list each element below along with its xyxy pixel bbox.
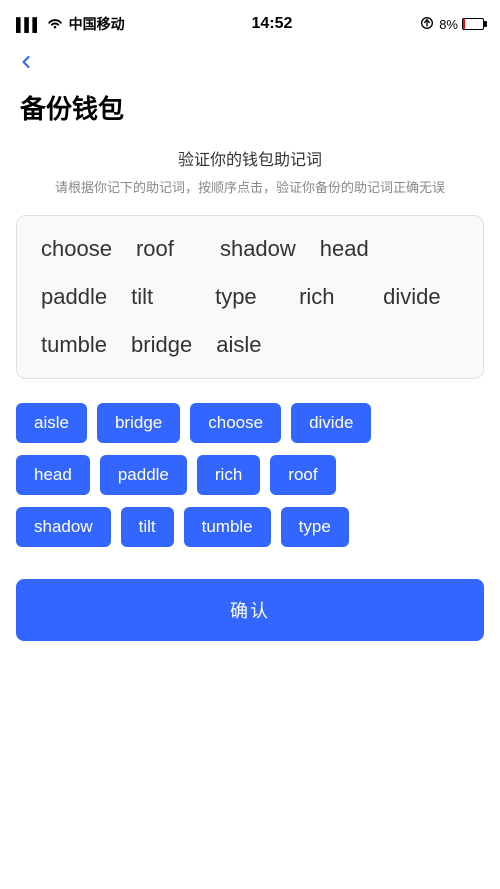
chip-aisle[interactable]: aisle xyxy=(16,403,87,443)
display-word-divide: divide xyxy=(383,284,443,310)
chip-tumble[interactable]: tumble xyxy=(184,507,271,547)
chips-row-3: shadow tilt tumble type xyxy=(16,507,484,547)
battery-percent: 8% xyxy=(439,17,458,32)
display-word-aisle: aisle xyxy=(216,332,276,358)
chip-head[interactable]: head xyxy=(16,455,90,495)
status-battery-area: 8% xyxy=(419,16,484,33)
word-display-row-3: tumble bridge aisle xyxy=(41,332,459,358)
chip-paddle[interactable]: paddle xyxy=(100,455,187,495)
display-word-tilt: tilt xyxy=(131,284,191,310)
chip-divide[interactable]: divide xyxy=(291,403,371,443)
display-word-roof: roof xyxy=(136,236,196,262)
chip-roof[interactable]: roof xyxy=(270,455,335,495)
section-heading: 验证你的钱包助记词 xyxy=(0,146,500,170)
status-carrier: ▌▌▌ 中国移动 xyxy=(16,14,125,34)
chips-area: aisle bridge choose divide head paddle r… xyxy=(0,399,500,579)
signal-icon: ▌▌▌ xyxy=(16,17,41,32)
word-display-box: choose roof shadow head paddle tilt type… xyxy=(16,215,484,379)
word-display-row-2: paddle tilt type rich divide xyxy=(41,284,459,310)
chip-shadow[interactable]: shadow xyxy=(16,507,111,547)
airdrop-icon xyxy=(419,16,435,33)
chip-rich[interactable]: rich xyxy=(197,455,260,495)
display-word-type: type xyxy=(215,284,275,310)
chips-row-2: head paddle rich roof xyxy=(16,455,484,495)
status-bar: ▌▌▌ 中国移动 14:52 8% xyxy=(0,0,500,44)
display-word-bridge: bridge xyxy=(131,332,192,358)
chip-type[interactable]: type xyxy=(281,507,349,547)
chip-tilt[interactable]: tilt xyxy=(121,507,174,547)
display-word-shadow: shadow xyxy=(220,236,296,262)
confirm-button[interactable]: 确认 xyxy=(16,579,484,641)
wifi-icon xyxy=(47,16,63,32)
word-display-row-1: choose roof shadow head xyxy=(41,236,459,262)
page-title: 备份钱包 xyxy=(0,81,500,146)
display-word-tumble: tumble xyxy=(41,332,107,358)
battery-icon xyxy=(462,18,484,30)
display-word-head: head xyxy=(320,236,380,262)
display-word-rich: rich xyxy=(299,284,359,310)
battery-fill xyxy=(463,19,465,29)
confirm-button-area: 确认 xyxy=(0,579,500,661)
chip-bridge[interactable]: bridge xyxy=(97,403,180,443)
display-word-choose: choose xyxy=(41,236,112,262)
section-desc: 请根据你记下的助记词，按顺序点击，验证你备份的助记词正确无误 xyxy=(0,178,500,199)
status-time: 14:52 xyxy=(251,15,292,33)
display-word-paddle: paddle xyxy=(41,284,107,310)
chips-row-1: aisle bridge choose divide xyxy=(16,403,484,443)
verify-section: 验证你的钱包助记词 请根据你记下的助记词，按顺序点击，验证你备份的助记词正确无误 xyxy=(0,146,500,199)
back-button[interactable] xyxy=(0,44,52,81)
chip-choose[interactable]: choose xyxy=(190,403,281,443)
